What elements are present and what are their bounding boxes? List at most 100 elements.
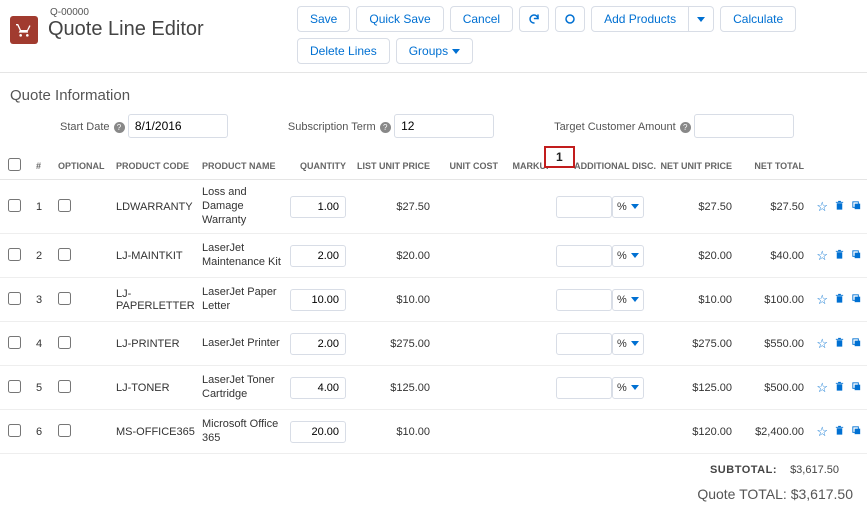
star-icon[interactable]: ☆ xyxy=(816,199,828,215)
page-title: Quote Line Editor xyxy=(48,18,204,41)
caret-down-icon xyxy=(631,253,639,258)
trash-icon[interactable] xyxy=(834,424,845,440)
copy-icon[interactable] xyxy=(851,380,862,396)
additional-disc-input[interactable] xyxy=(556,289,612,311)
row-num: 3 xyxy=(36,294,54,306)
list-unit-price: $125.00 xyxy=(350,382,430,394)
list-unit-price: $275.00 xyxy=(350,338,430,350)
help-icon[interactable]: ? xyxy=(380,122,391,133)
product-code: LJ-PRINTER xyxy=(116,338,198,350)
optional-checkbox[interactable] xyxy=(58,424,71,437)
product-name: Microsoft Office 365 xyxy=(202,418,282,446)
product-code: LJ-TONER xyxy=(116,382,198,394)
net-total: $100.00 xyxy=(736,294,804,306)
cancel-button[interactable]: Cancel xyxy=(450,6,513,32)
table-row: 2 LJ-MAINTKIT LaserJet Maintenance Kit $… xyxy=(0,234,867,278)
star-icon[interactable]: ☆ xyxy=(816,380,828,396)
optional-checkbox[interactable] xyxy=(58,380,71,393)
optional-checkbox[interactable] xyxy=(58,292,71,305)
row-num: 4 xyxy=(36,338,54,350)
star-icon[interactable]: ☆ xyxy=(816,292,828,308)
trash-icon[interactable] xyxy=(834,248,845,264)
disc-unit-select[interactable]: % xyxy=(612,377,644,399)
reset-button[interactable] xyxy=(555,6,585,32)
copy-icon[interactable] xyxy=(851,336,862,352)
product-code: MS-OFFICE365 xyxy=(116,426,198,438)
row-checkbox[interactable] xyxy=(8,199,21,212)
help-icon[interactable]: ? xyxy=(114,122,125,133)
col-cost: UNIT COST xyxy=(434,161,498,171)
quantity-input[interactable] xyxy=(290,421,346,443)
section-title: Quote Information xyxy=(0,73,867,114)
start-date-input[interactable] xyxy=(128,114,228,138)
callout-marker: 1 xyxy=(544,146,575,168)
caret-down-icon xyxy=(697,17,705,22)
trash-icon[interactable] xyxy=(834,199,845,215)
row-checkbox[interactable] xyxy=(8,424,21,437)
table-row: 6 MS-OFFICE365 Microsoft Office 365 $10.… xyxy=(0,410,867,454)
trash-icon[interactable] xyxy=(834,292,845,308)
copy-icon[interactable] xyxy=(851,199,862,215)
disc-unit-select[interactable]: % xyxy=(612,245,644,267)
start-date-label: Start Date ? xyxy=(60,121,125,133)
list-unit-price: $10.00 xyxy=(350,426,430,438)
copy-icon[interactable] xyxy=(851,248,862,264)
delete-lines-button[interactable]: Delete Lines xyxy=(297,38,390,64)
net-unit-price: $275.00 xyxy=(660,338,732,350)
additional-disc-input[interactable] xyxy=(556,196,612,218)
net-total: $550.00 xyxy=(736,338,804,350)
target-amount-label: Target Customer Amount ? xyxy=(554,121,691,133)
trash-icon[interactable] xyxy=(834,380,845,396)
save-button[interactable]: Save xyxy=(297,6,350,32)
quick-save-button[interactable]: Quick Save xyxy=(356,6,443,32)
product-name: Loss and Damage Warranty xyxy=(202,186,282,227)
star-icon[interactable]: ☆ xyxy=(816,336,828,352)
copy-icon[interactable] xyxy=(851,424,862,440)
quantity-input[interactable] xyxy=(290,289,346,311)
star-icon[interactable]: ☆ xyxy=(816,424,828,440)
help-icon[interactable]: ? xyxy=(680,122,691,133)
disc-unit-select[interactable]: % xyxy=(612,333,644,355)
optional-checkbox[interactable] xyxy=(58,248,71,261)
caret-down-icon xyxy=(631,385,639,390)
additional-disc-input[interactable] xyxy=(556,377,612,399)
product-name: LaserJet Toner Cartridge xyxy=(202,374,282,402)
cart-icon xyxy=(10,16,38,44)
calculate-button[interactable]: Calculate xyxy=(720,6,796,32)
quantity-input[interactable] xyxy=(290,377,346,399)
row-checkbox[interactable] xyxy=(8,380,21,393)
refresh-button[interactable] xyxy=(519,6,549,32)
target-amount-input[interactable] xyxy=(694,114,794,138)
col-name: PRODUCT NAME xyxy=(202,161,282,171)
trash-icon[interactable] xyxy=(834,336,845,352)
col-net-unit: NET UNIT PRICE xyxy=(660,161,732,171)
quantity-input[interactable] xyxy=(290,333,346,355)
disc-unit-select[interactable]: % xyxy=(612,289,644,311)
net-total: $40.00 xyxy=(736,250,804,262)
row-checkbox[interactable] xyxy=(8,292,21,305)
star-icon[interactable]: ☆ xyxy=(816,248,828,264)
row-checkbox[interactable] xyxy=(8,336,21,349)
groups-label: Groups xyxy=(409,44,448,58)
sub-term-input[interactable] xyxy=(394,114,494,138)
grand-total-label: Quote TOTAL: xyxy=(697,486,787,502)
add-products-dropdown[interactable] xyxy=(689,6,714,32)
subtotal-value: $3,617.50 xyxy=(790,464,839,476)
net-total: $500.00 xyxy=(736,382,804,394)
copy-icon[interactable] xyxy=(851,292,862,308)
disc-unit-select[interactable]: % xyxy=(612,196,644,218)
optional-checkbox[interactable] xyxy=(58,336,71,349)
col-net-total: NET TOTAL xyxy=(736,161,804,171)
select-all-checkbox[interactable] xyxy=(8,158,21,171)
add-products-button[interactable]: Add Products xyxy=(591,6,689,32)
additional-disc-input[interactable] xyxy=(556,245,612,267)
row-checkbox[interactable] xyxy=(8,248,21,261)
groups-button[interactable]: Groups xyxy=(396,38,473,64)
optional-checkbox[interactable] xyxy=(58,199,71,212)
subtotal-label: SUBTOTAL: xyxy=(710,464,777,476)
row-num: 5 xyxy=(36,382,54,394)
quantity-input[interactable] xyxy=(290,196,346,218)
additional-disc-input[interactable] xyxy=(556,333,612,355)
quantity-input[interactable] xyxy=(290,245,346,267)
caret-down-icon xyxy=(631,297,639,302)
